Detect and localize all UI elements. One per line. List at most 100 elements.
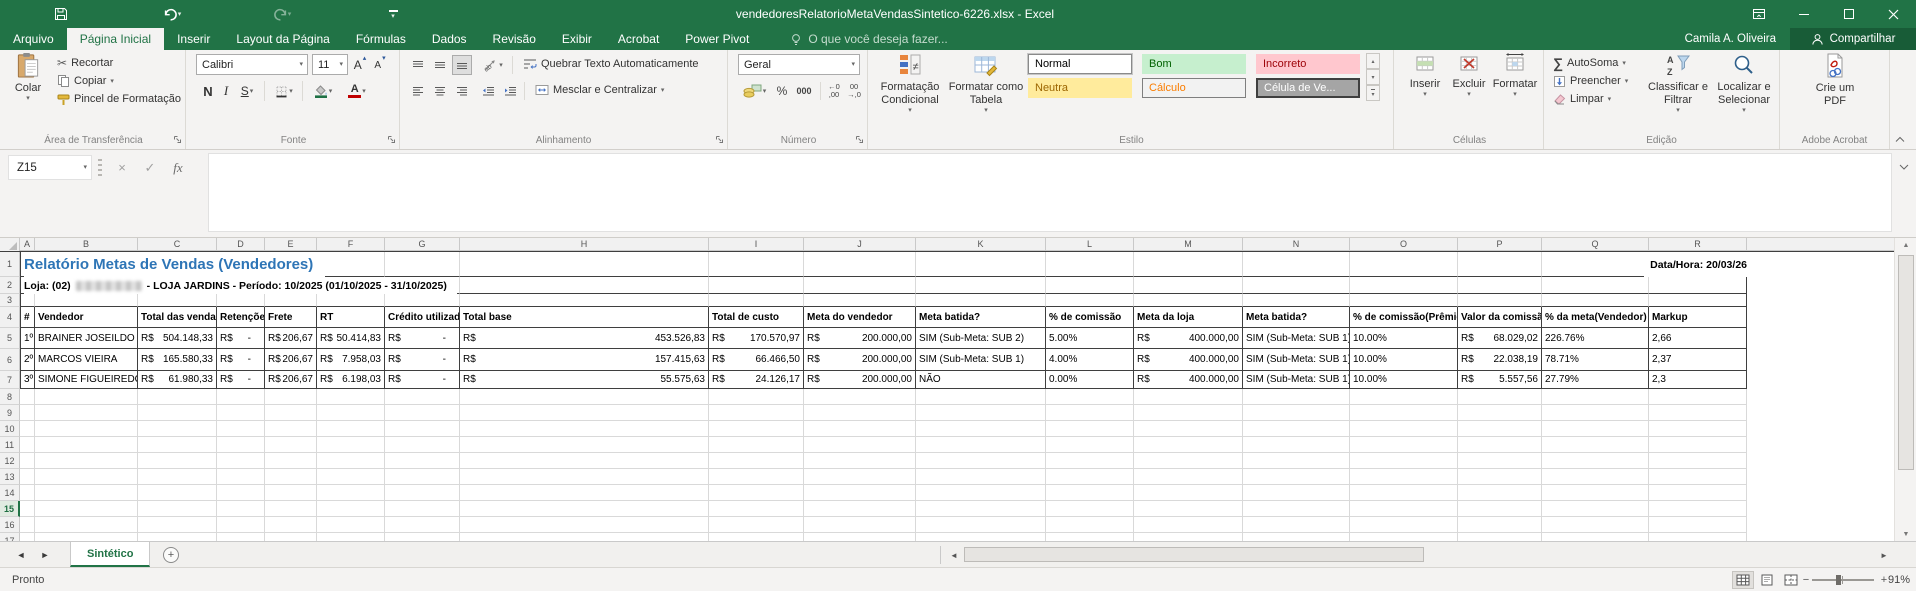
cell[interactable] — [138, 453, 217, 469]
cell[interactable] — [1542, 405, 1649, 421]
cell[interactable] — [709, 437, 804, 453]
column-header[interactable]: G — [385, 238, 460, 250]
cell[interactable]: 2,66 — [1649, 328, 1747, 349]
sort-filter-button[interactable]: AZ Classificar e Filtrar ▾ — [1646, 52, 1710, 114]
cell[interactable]: Meta da loja — [1134, 307, 1243, 328]
cell[interactable] — [1542, 501, 1649, 517]
row-header[interactable]: 6 — [0, 349, 20, 371]
formula-input[interactable] — [208, 153, 1892, 232]
gallery-up-icon[interactable]: ▴ — [1366, 53, 1380, 69]
cell[interactable] — [317, 501, 385, 517]
cell[interactable]: R$165.580,33 — [138, 349, 217, 371]
cell[interactable] — [217, 501, 265, 517]
cell[interactable] — [1458, 453, 1542, 469]
insert-cells-button[interactable]: Inserir ▾ — [1404, 52, 1446, 98]
cell[interactable]: Crédito utilizado — [385, 307, 460, 328]
cell[interactable] — [20, 469, 35, 485]
cell[interactable]: R$- — [385, 349, 460, 371]
cell[interactable] — [20, 453, 35, 469]
cell[interactable] — [265, 405, 317, 421]
column-header[interactable]: F — [317, 238, 385, 250]
cell[interactable] — [20, 421, 35, 437]
cell[interactable] — [460, 277, 709, 294]
cell[interactable] — [20, 517, 35, 533]
cell[interactable] — [35, 501, 138, 517]
cell[interactable] — [138, 501, 217, 517]
cell[interactable]: 78.71% — [1542, 349, 1649, 371]
cell[interactable] — [265, 421, 317, 437]
tab-revisao[interactable]: Revisão — [480, 28, 549, 50]
format-painter-button[interactable]: Pincel de Formatação — [54, 90, 184, 108]
cell[interactable] — [1649, 421, 1747, 437]
cell[interactable] — [1350, 469, 1458, 485]
italic-button[interactable]: I — [216, 81, 236, 101]
cell[interactable]: Meta do vendedor — [804, 307, 916, 328]
cell[interactable]: Meta batida? — [916, 307, 1046, 328]
cell[interactable] — [709, 453, 804, 469]
row-header[interactable]: 2 — [0, 277, 20, 294]
cell[interactable] — [1243, 501, 1350, 517]
increase-indent-icon[interactable] — [500, 81, 520, 101]
cell[interactable]: Total base — [460, 307, 709, 328]
cell[interactable] — [1458, 277, 1542, 294]
cell[interactable] — [709, 501, 804, 517]
tab-arquivo[interactable]: Arquivo — [0, 28, 67, 50]
cell[interactable]: R$453.526,83 — [460, 328, 709, 349]
cell[interactable]: 1º — [20, 328, 35, 349]
cell[interactable] — [1350, 389, 1458, 405]
cell[interactable]: SIM (Sub-Meta: SUB 1) — [1243, 371, 1350, 389]
cell[interactable]: SIM (Sub-Meta: SUB 2) — [916, 328, 1046, 349]
cell[interactable] — [217, 294, 265, 307]
cell[interactable] — [385, 252, 460, 277]
scroll-up-icon[interactable]: ▲ — [1895, 238, 1916, 252]
cell[interactable] — [20, 389, 35, 405]
sheet-tab-sintetico[interactable]: Sintético — [70, 542, 150, 567]
cell[interactable] — [1134, 252, 1243, 277]
normal-view-icon[interactable] — [1732, 571, 1754, 589]
cell[interactable] — [1134, 421, 1243, 437]
row-header[interactable]: 15 — [0, 501, 20, 517]
cell[interactable]: R$504.148,33 — [138, 328, 217, 349]
cell[interactable]: R$- — [217, 349, 265, 371]
column-header[interactable]: J — [804, 238, 916, 250]
cell[interactable]: % de comissão(Prêmio) — [1350, 307, 1458, 328]
borders-icon[interactable]: ▾ — [270, 81, 298, 101]
orientation-icon[interactable]: ab ▾ — [478, 55, 508, 75]
cell[interactable] — [317, 453, 385, 469]
cell[interactable]: # — [20, 307, 35, 328]
cell[interactable] — [709, 533, 804, 541]
cell[interactable] — [1350, 294, 1458, 307]
align-center-icon[interactable] — [430, 81, 450, 101]
column-header[interactable]: P — [1458, 238, 1542, 250]
cell[interactable]: Frete — [265, 307, 317, 328]
page-break-view-icon[interactable] — [1780, 571, 1802, 589]
merge-center-button[interactable]: Mesclar e Centralizar ▾ — [532, 81, 667, 99]
cell[interactable]: R$22.038,19 — [1458, 349, 1542, 371]
font-color-icon[interactable]: A ▾ — [342, 81, 372, 101]
cell[interactable] — [1134, 277, 1243, 294]
cell[interactable]: R$6.198,03 — [317, 371, 385, 389]
cell[interactable] — [916, 437, 1046, 453]
decrease-font-icon[interactable]: A▾ — [370, 55, 390, 75]
cell[interactable]: 10.00% — [1350, 371, 1458, 389]
cell[interactable] — [317, 533, 385, 541]
paste-button[interactable]: Colar ▾ — [6, 52, 50, 102]
cell[interactable] — [1046, 485, 1134, 501]
row-header[interactable]: 14 — [0, 485, 20, 501]
gallery-down-icon[interactable]: ▾ — [1366, 69, 1380, 85]
style-tile[interactable]: Incorreto — [1256, 54, 1360, 74]
cell[interactable]: R$206,67 — [265, 328, 317, 349]
next-sheet-icon[interactable]: ► — [34, 542, 56, 568]
cell[interactable]: 2,37 — [1649, 349, 1747, 371]
cell[interactable] — [1046, 533, 1134, 541]
cell[interactable]: R$170.570,97 — [709, 328, 804, 349]
comma-style-icon[interactable]: 000 — [792, 81, 816, 101]
font-size-select[interactable]: 11▾ — [312, 54, 348, 75]
cell[interactable]: NÃO — [916, 371, 1046, 389]
cell[interactable] — [1458, 501, 1542, 517]
column-header[interactable]: M — [1134, 238, 1243, 250]
row-header[interactable]: 17 — [0, 533, 20, 541]
cell[interactable] — [35, 294, 138, 307]
cell[interactable]: R$- — [385, 371, 460, 389]
cell[interactable] — [1350, 485, 1458, 501]
